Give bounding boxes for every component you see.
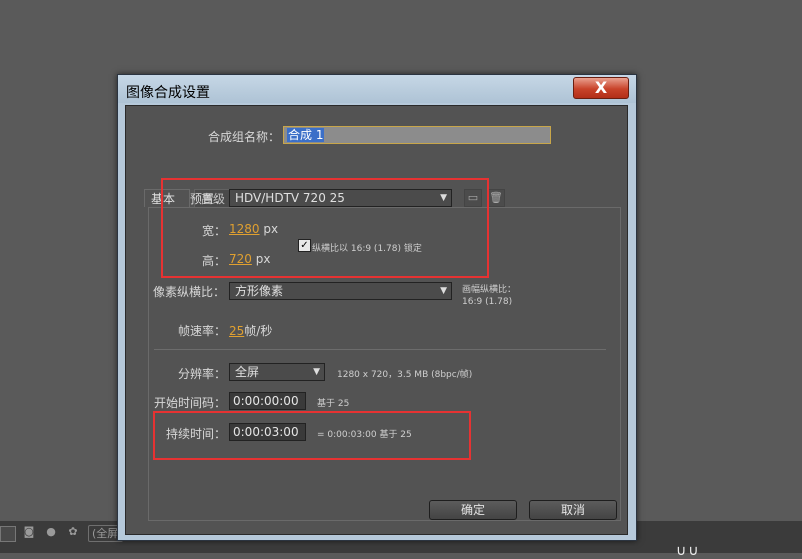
dialog-title: 图像合成设置: [126, 85, 210, 101]
person-icon[interactable]: ●: [44, 525, 58, 539]
chevron-down-icon: ▼: [440, 286, 447, 296]
resolution-label: 分辨率：: [178, 367, 227, 381]
chevron-down-icon: ▼: [313, 367, 320, 377]
pixel-aspect-value: 方形像素: [235, 284, 284, 298]
resolution-select[interactable]: 全屏 ▼: [229, 363, 325, 381]
frame-aspect-label: 画幅纵横比：: [462, 285, 517, 295]
highlight-box-duration: [153, 411, 471, 460]
dots-decor: ∪∪: [676, 543, 701, 559]
delete-preset-icon[interactable]: 🗑: [487, 189, 505, 207]
comp-name-value: 合成 1: [287, 128, 325, 142]
highlight-box-preset: [161, 178, 489, 278]
pixel-aspect-select[interactable]: 方形像素 ▼: [229, 282, 452, 300]
comp-name-input[interactable]: 合成 1: [283, 126, 551, 144]
comp-name-label: 合成组名称：: [208, 130, 281, 144]
toolbar-box[interactable]: [0, 526, 16, 542]
start-timecode-label: 开始时间码：: [154, 396, 227, 410]
start-timecode-input[interactable]: 0:00:00:00: [229, 392, 306, 410]
color-icon[interactable]: ✿: [66, 525, 80, 539]
pixel-aspect-label: 像素纵横比：: [153, 285, 226, 299]
cancel-button[interactable]: 取消: [529, 500, 617, 520]
resolution-info: 1280 x 720，3.5 MB (8bpc/帧): [337, 370, 473, 380]
close-button[interactable]: X: [573, 77, 629, 99]
frame-rate-value[interactable]: 25: [229, 324, 244, 338]
frame-aspect-value: 16:9 (1.78): [462, 297, 513, 307]
camera-icon[interactable]: ◙: [22, 525, 36, 539]
ok-button[interactable]: 确定: [429, 500, 517, 520]
dialog-body: 合成组名称： 合成 1 基本 高级 预置： HDV/HDTV 720 25 ▼ …: [125, 105, 628, 535]
resolution-value: 全屏: [235, 365, 260, 379]
frame-rate-label: 帧速率：: [178, 324, 227, 338]
section-divider: [154, 349, 606, 350]
composition-settings-dialog: 图像合成设置 X 合成组名称： 合成 1 基本 高级 预置： HDV/HDTV …: [117, 74, 637, 541]
frame-rate-unit: 帧/秒: [244, 324, 273, 338]
title-bar[interactable]: 图像合成设置 X: [118, 75, 636, 103]
start-timecode-note: 基于 25: [317, 399, 350, 409]
frame-rate-field[interactable]: 25帧/秒: [229, 322, 272, 339]
